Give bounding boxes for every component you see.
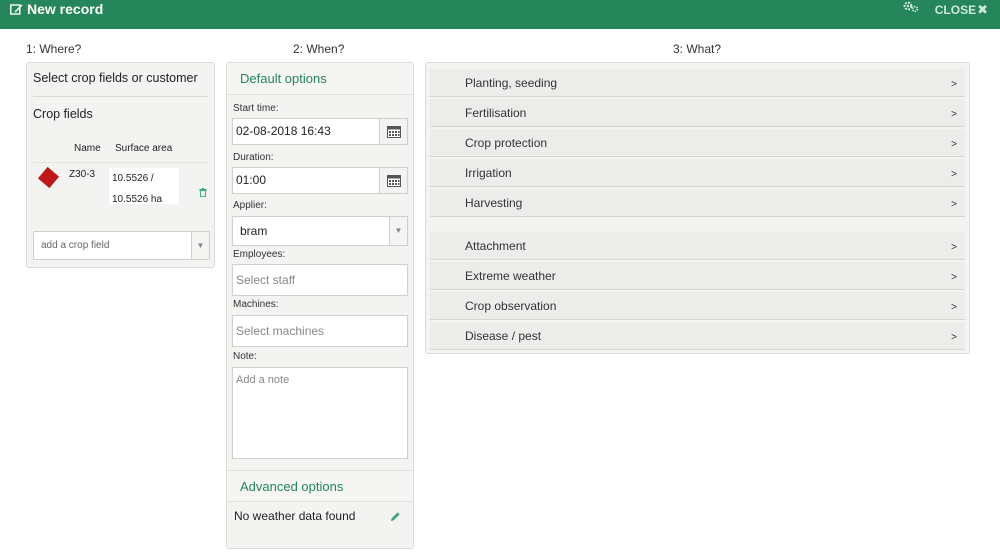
chevron-right-icon: > [951,332,957,343]
activity-label: Crop observation [465,299,557,313]
applier-label: Applier: [233,200,267,211]
machines-label: Machines: [233,299,279,310]
select-crop-fields-heading: Select crop fields or customer [33,71,198,85]
chevron-right-icon: > [951,169,957,180]
when-panel: Default options Start time: 02-08-2018 1… [226,62,414,549]
chevron-right-icon: > [951,242,957,253]
name-column-header: Name [74,143,101,154]
duration-field[interactable]: 01:00 [232,167,408,194]
surface-area-value: 10.5526 / 10.5526 ha [109,168,179,205]
activity-irrigation[interactable]: Irrigation > [430,159,965,187]
machines-placeholder: Select machines [236,324,325,338]
pencil-icon[interactable] [390,511,401,522]
chevron-right-icon: > [951,139,957,150]
where-heading: 1: Where? [26,42,82,56]
note-label: Note: [233,351,257,362]
top-bar: New record CLOSE ✖ [0,0,1000,29]
activity-label: Fertilisation [465,106,527,120]
edit-icon [10,4,23,15]
employees-placeholder: Select staff [236,273,296,287]
window-title: New record [10,0,103,29]
chevron-right-icon: > [951,272,957,283]
activity-label: Disease / pest [465,329,542,343]
activity-disease-pest[interactable]: Disease / pest > [430,322,965,350]
activity-extreme-weather[interactable]: Extreme weather > [430,262,965,290]
activity-fertilisation[interactable]: Fertilisation > [430,99,965,127]
close-icon: ✖ [977,2,988,17]
what-heading: 3: What? [673,42,722,56]
when-heading: 2: When? [293,42,345,56]
weather-status: No weather data found [234,509,356,523]
trash-icon[interactable] [199,188,207,197]
applier-select[interactable]: bram ▼ [232,216,408,246]
activity-harvesting[interactable]: Harvesting > [430,189,965,217]
what-panel: Planting, seeding > Fertilisation > Crop… [425,62,970,354]
machines-input[interactable]: Select machines [232,315,408,347]
start-time-value: 02-08-2018 16:43 [236,124,331,138]
activity-label: Planting, seeding [465,76,558,90]
default-options-header[interactable]: Default options [227,63,413,95]
crop-field-icon [37,166,60,189]
activity-label: Crop protection [465,136,548,150]
duration-label: Duration: [233,152,274,163]
crop-fields-heading: Crop fields [33,107,93,121]
applier-value: bram [240,224,268,238]
note-placeholder: Add a note [236,374,290,386]
calendar-icon[interactable] [379,119,407,144]
activity-crop-observation[interactable]: Crop observation > [430,292,965,320]
chevron-down-icon: ▼ [191,232,209,259]
activity-attachment[interactable]: Attachment > [430,232,965,260]
employees-label: Employees: [233,249,286,260]
chevron-down-icon: ▼ [389,217,407,245]
title-text: New record [27,1,104,17]
close-label: CLOSE [934,3,977,17]
crop-field-name: Z30-3 [69,169,96,180]
add-crop-field-placeholder: add a crop field [41,240,110,251]
activity-planting-seeding[interactable]: Planting, seeding > [430,69,965,97]
activity-label: Attachment [465,239,526,253]
activity-crop-protection[interactable]: Crop protection > [430,129,965,157]
note-textarea[interactable]: Add a note [232,367,408,459]
where-panel: Select crop fields or customer Crop fiel… [26,62,215,268]
chevron-right-icon: > [951,199,957,210]
start-time-field[interactable]: 02-08-2018 16:43 [232,118,408,145]
chevron-right-icon: > [951,79,957,90]
row-divider [33,162,208,163]
activity-label: Extreme weather [465,269,556,283]
advanced-options-header[interactable]: Advanced options [227,470,413,502]
activity-label: Irrigation [465,166,512,180]
surface-area-line2: 10.5526 ha [112,194,163,205]
surface-area-column-header: Surface area [115,143,173,154]
surface-area-line1: 10.5526 / [112,173,154,184]
activity-label: Harvesting [465,196,523,210]
settings-gears-icon[interactable] [902,0,920,14]
divider [33,96,208,97]
close-button[interactable]: CLOSE ✖ [935,0,988,20]
start-time-label: Start time: [233,103,279,114]
add-crop-field-select[interactable]: add a crop field ▼ [33,231,210,260]
calendar-icon[interactable] [379,168,407,193]
chevron-right-icon: > [951,302,957,313]
chevron-right-icon: > [951,109,957,120]
employees-input[interactable]: Select staff [232,264,408,296]
duration-value: 01:00 [236,173,267,187]
